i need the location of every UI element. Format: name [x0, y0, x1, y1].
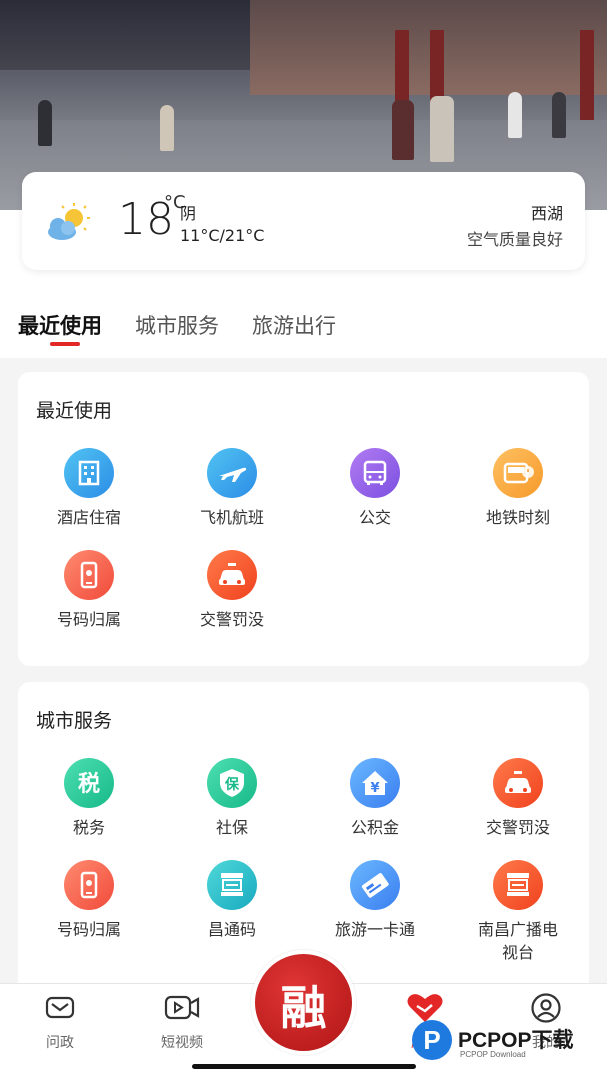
hero-building-left	[0, 0, 270, 70]
phone-icon	[64, 550, 114, 600]
travel-card-icon	[350, 860, 400, 910]
service-label: 税务	[72, 818, 105, 837]
service-label: 号码归属	[56, 610, 121, 629]
service-item-traffic-fines[interactable]: 交警罚没	[167, 550, 297, 631]
tab-travel[interactable]: 旅游出行	[252, 310, 336, 340]
watermark: P PCPOP下载 PCPOP Download	[412, 1018, 602, 1066]
service-label: 飞机航班	[199, 508, 264, 527]
weather-condition: 阴	[180, 204, 197, 223]
video-icon	[164, 995, 200, 1020]
service-label: 旅游一卡通	[334, 920, 415, 939]
hero-building-right	[250, 0, 607, 95]
service-item-housing-fund[interactable]: ¥ 公积金	[310, 758, 440, 839]
hero-person	[508, 92, 522, 138]
service-item-traffic-fines[interactable]: 交警罚没	[453, 758, 583, 839]
qr-code-icon	[207, 860, 257, 910]
tab-city-services[interactable]: 城市服务	[135, 310, 219, 340]
service-label: 酒店住宿	[56, 508, 121, 527]
service-item-phone-location[interactable]: 号码归属	[24, 550, 154, 631]
service-item-flight[interactable]: 飞机航班	[167, 448, 297, 529]
city-name: 西湖	[530, 204, 563, 223]
active-tab-indicator	[50, 342, 80, 346]
home-indicator	[192, 1064, 416, 1069]
service-item-hotel[interactable]: 酒店住宿	[24, 448, 154, 529]
message-icon	[45, 996, 75, 1019]
nav-label: 问政	[46, 1035, 74, 1051]
service-label: 地铁时刻	[485, 508, 550, 527]
svg-text:¥: ¥	[370, 781, 379, 796]
service-item-phone-location[interactable]: 号码归属	[24, 860, 154, 941]
tv-station-icon	[493, 860, 543, 910]
service-label: 社保	[215, 818, 248, 837]
tax-icon: 税	[64, 758, 114, 808]
rong-center-button[interactable]: 融	[251, 950, 356, 1055]
police-car-icon	[207, 550, 257, 600]
subway-icon	[493, 448, 543, 498]
service-item-social-security[interactable]: 保 社保	[167, 758, 297, 839]
hero-person	[430, 96, 454, 162]
police-car-icon	[493, 758, 543, 808]
hero-pillar	[580, 30, 594, 130]
service-label: 交警罚没	[485, 818, 550, 837]
category-tabs: 最近使用 城市服务 旅游出行	[0, 290, 607, 358]
service-item-subway[interactable]: 地铁时刻	[453, 448, 583, 529]
air-quality-text: 空气质量良好	[466, 230, 563, 249]
service-label: 公积金	[350, 818, 399, 837]
service-label: 昌通码	[207, 920, 256, 939]
service-label: 交警罚没	[199, 610, 264, 629]
rong-logo-glyph: 融	[280, 981, 327, 1035]
recent-section-title: 最近使用	[36, 400, 113, 422]
nav-item-wenzheng[interactable]: 问政	[20, 992, 100, 1052]
svg-text:保: 保	[224, 776, 240, 793]
hero-person	[552, 92, 566, 138]
watermark-logo: P	[412, 1020, 452, 1060]
service-item-changtong-code[interactable]: 昌通码	[167, 860, 297, 941]
weather-card[interactable]: 18 °C 阴 11°C/21°C 西湖 空气质量良好	[22, 172, 585, 270]
hero-person	[392, 100, 414, 160]
hero-person	[38, 100, 52, 146]
social-security-icon: 保	[207, 758, 257, 808]
nav-item-short-video[interactable]: 短视频	[142, 992, 222, 1052]
temperature-range: 11°C/21°C	[180, 226, 265, 245]
recent-card: 最近使用 酒店住宿 飞机航班 公交 地铁时刻 号码归属 交警罚没	[18, 372, 589, 666]
service-item-tv-station[interactable]: 南昌广播电视台	[453, 860, 583, 964]
partly-cloudy-icon	[48, 203, 90, 240]
hotel-icon	[64, 448, 114, 498]
tab-recent[interactable]: 最近使用	[18, 310, 102, 340]
hero-person	[160, 105, 174, 151]
bus-icon	[350, 448, 400, 498]
phone-icon	[64, 860, 114, 910]
service-label: 公交	[358, 508, 391, 527]
service-label: 号码归属	[56, 920, 121, 939]
nav-label: 短视频	[161, 1035, 203, 1051]
watermark-subtitle: PCPOP Download	[460, 1050, 526, 1059]
airplane-icon	[207, 448, 257, 498]
svg-text:税: 税	[78, 771, 100, 797]
housing-fund-icon: ¥	[350, 758, 400, 808]
city-services-section-title: 城市服务	[36, 710, 113, 732]
service-item-tax[interactable]: 税 税务	[24, 758, 154, 839]
service-item-travel-card[interactable]: 旅游一卡通	[310, 860, 440, 941]
service-item-bus[interactable]: 公交	[310, 448, 440, 529]
service-label: 南昌广播电视台	[477, 920, 558, 962]
